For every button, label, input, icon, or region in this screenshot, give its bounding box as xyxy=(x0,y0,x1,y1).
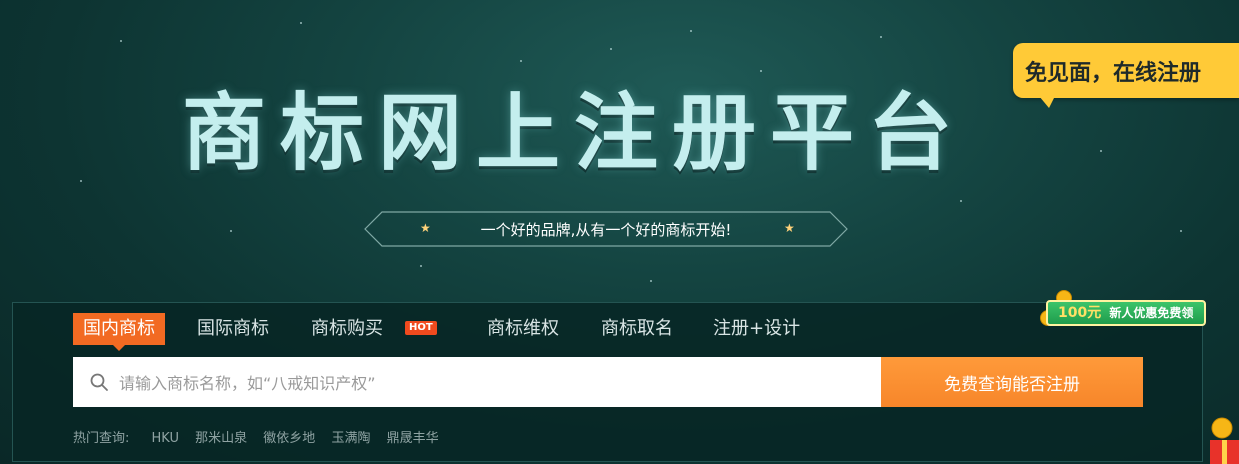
tab-international-trademark[interactable]: 国际商标 xyxy=(187,313,279,345)
slogan-banner: ★ 一个好的品牌,从有一个好的商标开始! ★ xyxy=(364,211,848,247)
search-button[interactable]: 免费查询能否注册 xyxy=(881,357,1143,407)
coupon-banner: 100元 新人优惠免费领 xyxy=(1046,300,1206,326)
tab-trademark-protection[interactable]: 商标维权 xyxy=(477,313,569,345)
hot-badge: HOT xyxy=(405,321,437,335)
coupon-amount: 100元 xyxy=(1058,305,1102,321)
gift-box-icon xyxy=(1210,417,1239,464)
hot-search-label: 热门查询: xyxy=(73,431,130,446)
hot-search-item[interactable]: 徽依乡地 xyxy=(263,431,315,446)
hot-search-item[interactable]: HKU xyxy=(152,431,179,446)
tab-trademark-naming[interactable]: 商标取名 xyxy=(591,313,683,345)
search-box xyxy=(73,357,881,409)
search-input[interactable] xyxy=(117,357,861,409)
promo-bubble[interactable]: 免见面，在线注册 xyxy=(1013,43,1239,108)
hot-search-item[interactable]: 玉满陶 xyxy=(331,431,370,446)
slogan-text: 一个好的品牌,从有一个好的商标开始! xyxy=(480,221,732,239)
new-user-coupon[interactable]: 100元 新人优惠免费领 xyxy=(1040,290,1208,328)
tab-register-design[interactable]: 注册+设计 xyxy=(703,313,810,345)
search-icon xyxy=(90,373,108,391)
promo-bubble-text: 免见面，在线注册 xyxy=(1025,61,1202,86)
star-icon: ★ xyxy=(784,221,795,235)
hot-search-item[interactable]: 那米山泉 xyxy=(195,431,247,446)
search-panel: 国内商标 国际商标 商标购买 HOT 商标维权 商标取名 注册+设计 免费查询能… xyxy=(12,302,1203,462)
tab-domestic-trademark[interactable]: 国内商标 xyxy=(73,313,165,351)
coupon-text: 新人优惠免费领 xyxy=(1109,306,1194,320)
hot-search-item[interactable]: 鼎晟丰华 xyxy=(387,431,439,446)
tab-trademark-purchase[interactable]: 商标购买 xyxy=(301,313,393,345)
search-row: 免费查询能否注册 xyxy=(73,357,1143,409)
hero-title: 商标网上注册平台 xyxy=(182,84,967,182)
hot-search-list: 热门查询: HKU 那米山泉 徽依乡地 玉满陶 鼎晟丰华 xyxy=(73,427,451,446)
